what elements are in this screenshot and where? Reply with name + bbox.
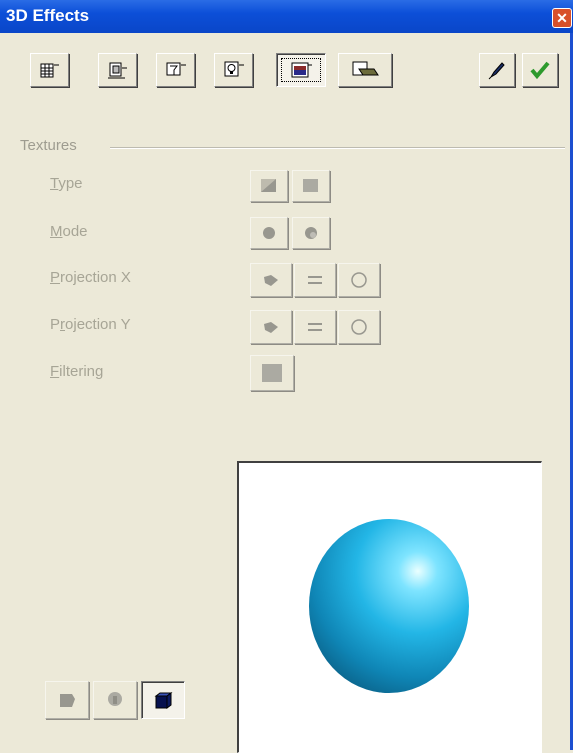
replace-icon — [263, 227, 275, 239]
projx-parallel-button[interactable] — [294, 263, 336, 297]
filtering-label: Filtering — [50, 363, 103, 380]
mode-label-rest: ode — [62, 223, 88, 240]
illumination-icon — [166, 62, 186, 76]
parallel-icon — [308, 323, 322, 331]
mode-modulate-button[interactable] — [292, 217, 330, 249]
cube-icon — [154, 692, 173, 709]
illumination-tab[interactable] — [156, 53, 195, 87]
projx-circular-button[interactable] — [338, 263, 380, 297]
projy-object-specific-button[interactable] — [250, 310, 292, 344]
textures-tab[interactable] — [276, 53, 326, 87]
textures-group-label: Textures — [20, 137, 77, 154]
type-label-rest: ype — [58, 175, 83, 192]
geometry-tab[interactable] — [30, 53, 69, 87]
close-button[interactable]: ✕ — [552, 8, 572, 28]
mode-replace-button[interactable] — [250, 217, 288, 249]
object-specific-icon — [264, 322, 278, 333]
projx-object-specific-button[interactable] — [250, 263, 292, 297]
mode-mnemonic: M — [50, 223, 63, 240]
shading-icon — [107, 62, 127, 79]
projection-y-label-p: P — [50, 316, 61, 333]
object-specific-icon — [264, 275, 278, 286]
texture-type-luminance-button[interactable] — [250, 170, 288, 202]
rotation-object-button[interactable] — [93, 681, 137, 719]
projection-y-label: Projection Y — [50, 316, 131, 333]
close-icon: ✕ — [556, 10, 568, 26]
filtering-toggle-button[interactable] — [250, 355, 294, 391]
checkmark-icon — [530, 61, 550, 80]
shading-tab[interactable] — [98, 53, 137, 87]
material-tab[interactable] — [338, 53, 392, 87]
circular-icon — [351, 319, 367, 335]
projection-x-label-rest: rojection X — [60, 269, 131, 286]
pick-3d-object-button[interactable] — [479, 53, 515, 87]
modulate-icon — [305, 227, 317, 239]
filtering-label-rest: iltering — [59, 363, 104, 380]
pen-icon — [488, 62, 505, 80]
preview-sphere — [309, 519, 469, 693]
title-bar[interactable]: 3D Effects ✕ — [0, 0, 573, 33]
light-bulb-icon — [224, 61, 244, 77]
flat-shape-icon — [60, 694, 75, 707]
projection-x-mnemonic: P — [50, 269, 61, 286]
filtering-icon — [262, 364, 282, 382]
projection-y-label-rest: ojection Y — [65, 316, 131, 333]
mode-label: Mode — [50, 223, 88, 240]
assign-button[interactable] — [522, 53, 558, 87]
window-title: 3D Effects — [6, 6, 90, 25]
3d-cube-button[interactable] — [141, 681, 185, 719]
color-swatch-icon — [303, 179, 318, 192]
projy-parallel-button[interactable] — [294, 310, 336, 344]
luminance-icon — [261, 179, 276, 192]
preview-window — [237, 461, 542, 753]
parallel-icon — [308, 276, 322, 284]
circular-icon — [351, 272, 367, 288]
geometry-icon — [40, 63, 59, 78]
material-icon — [352, 61, 379, 76]
lathe-icon — [108, 692, 122, 706]
filtering-mnemonic: F — [50, 363, 60, 380]
type-label: Type — [50, 175, 83, 192]
projection-x-label: Projection X — [50, 269, 131, 286]
lighting-tab[interactable] — [214, 53, 253, 87]
dialog-body: Textures Type Mode Projection X Projecti… — [0, 33, 573, 753]
projy-circular-button[interactable] — [338, 310, 380, 344]
textures-icon — [291, 62, 312, 78]
texture-type-color-button[interactable] — [292, 170, 330, 202]
group-divider — [110, 147, 565, 149]
2d-shape-button[interactable] — [45, 681, 89, 719]
